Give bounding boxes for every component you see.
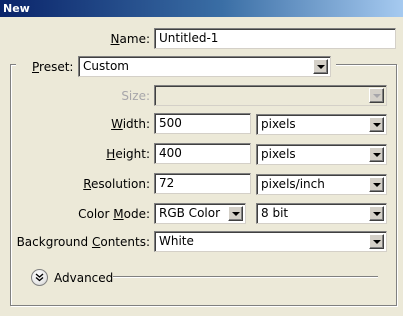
window-title: New bbox=[0, 0, 403, 17]
height-label: Height: bbox=[106, 147, 150, 161]
size-select bbox=[154, 85, 387, 106]
advanced-label: Advanced bbox=[54, 271, 114, 285]
advanced-divider bbox=[113, 276, 378, 278]
height-input[interactable]: 400 bbox=[154, 143, 251, 164]
background-contents-label: Background Contents: bbox=[16, 235, 150, 249]
chevron-down-icon bbox=[369, 88, 384, 103]
chevron-down-icon[interactable] bbox=[228, 206, 243, 221]
preset-select[interactable]: Custom bbox=[78, 56, 331, 77]
resolution-label: Resolution: bbox=[83, 177, 150, 191]
width-unit-select[interactable]: pixels bbox=[256, 114, 387, 135]
chevron-down-icon[interactable] bbox=[369, 234, 384, 249]
chevron-down-icon[interactable] bbox=[369, 206, 384, 221]
background-contents-select[interactable]: White bbox=[154, 231, 387, 252]
color-mode-value: RGB Color bbox=[159, 206, 221, 220]
background-contents-value: White bbox=[159, 234, 194, 248]
color-mode-select[interactable]: RGB Color bbox=[154, 203, 246, 224]
color-mode-label: Color Mode: bbox=[78, 207, 150, 221]
width-unit-value: pixels bbox=[261, 117, 296, 131]
bit-depth-value: 8 bit bbox=[261, 206, 289, 220]
preset-value: Custom bbox=[83, 59, 129, 73]
resolution-unit-select[interactable]: pixels/inch bbox=[256, 174, 387, 195]
chevron-down-icon[interactable] bbox=[369, 117, 384, 132]
chevron-down-icon[interactable] bbox=[313, 59, 328, 74]
height-unit-select[interactable]: pixels bbox=[256, 144, 387, 165]
resolution-unit-value: pixels/inch bbox=[261, 177, 325, 191]
name-input[interactable]: Untitled-1 bbox=[154, 28, 396, 49]
width-input[interactable]: 500 bbox=[154, 113, 251, 134]
height-unit-value: pixels bbox=[261, 147, 296, 161]
name-label: Name: bbox=[110, 32, 150, 46]
advanced-toggle-button[interactable] bbox=[31, 269, 48, 286]
width-label: Width: bbox=[111, 117, 150, 131]
bit-depth-select[interactable]: 8 bit bbox=[256, 203, 387, 224]
double-chevron-down-icon bbox=[35, 273, 44, 282]
chevron-down-icon[interactable] bbox=[369, 177, 384, 192]
chevron-down-icon[interactable] bbox=[369, 147, 384, 162]
preset-label: Preset: bbox=[32, 60, 74, 74]
resolution-input[interactable]: 72 bbox=[154, 173, 251, 194]
size-label: Size: bbox=[121, 89, 150, 103]
